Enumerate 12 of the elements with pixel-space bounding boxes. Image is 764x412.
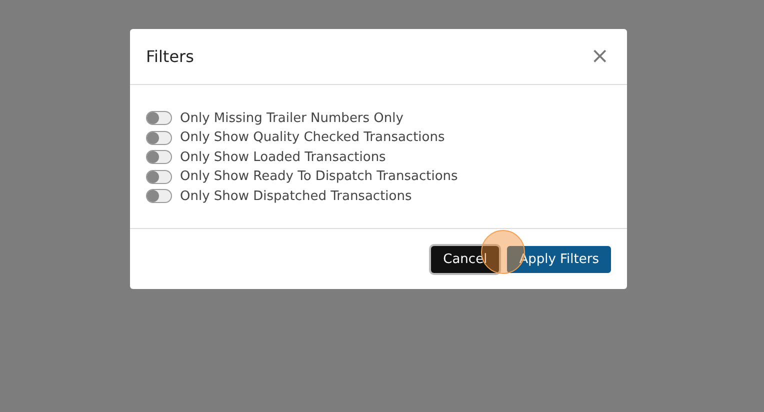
- toggle-switch[interactable]: [146, 170, 172, 184]
- toggle-switch[interactable]: [146, 111, 172, 126]
- toggle-switch[interactable]: [146, 130, 172, 145]
- close-button[interactable]: ×: [588, 46, 611, 68]
- toggle-label: Only Show Dispatched Transactions: [180, 188, 412, 204]
- toggle-label: Only Missing Trailer Numbers Only: [180, 110, 404, 126]
- toggle-label: Only Show Ready To Dispatch Transactions: [180, 169, 458, 184]
- toggle-switch[interactable]: [146, 189, 172, 204]
- toggle-switch[interactable]: [146, 150, 172, 164]
- dialog-title: Filters: [146, 47, 194, 66]
- toggle-label: Only Show Loaded Transactions: [180, 150, 386, 165]
- toggle-label: Only Show Quality Checked Transactions: [180, 130, 445, 146]
